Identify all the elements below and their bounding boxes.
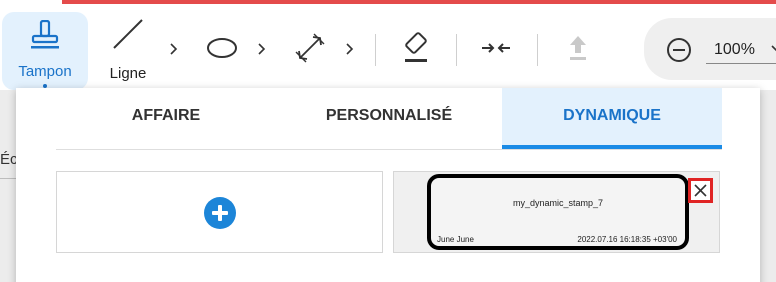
toolbar-divider [456, 34, 457, 66]
chevron-down-icon[interactable] [770, 42, 776, 54]
stamp-date: 2022.07.16 16:18:35 +03'00 [577, 235, 677, 244]
eraser-icon[interactable] [398, 30, 434, 66]
zoom-out-icon[interactable] [666, 37, 692, 63]
tool-tampon[interactable]: Tampon [2, 12, 88, 90]
stamp-panel: AFFAIRE PERSONNALISÉ DYNAMIQUE my_dynami… [16, 88, 760, 282]
dynamic-stamp-preview: my_dynamic_stamp_7 June June 2022.07.16 … [427, 174, 689, 250]
background-partial-text: Éc [0, 151, 18, 168]
close-icon [694, 184, 707, 197]
add-stamp-card[interactable] [56, 171, 383, 253]
stamp-name: my_dynamic_stamp_7 [512, 198, 604, 208]
zoom-underline [706, 63, 776, 64]
upload-icon[interactable] [560, 30, 596, 66]
tool-ligne[interactable]: Ligne [100, 12, 156, 90]
zoom-value[interactable]: 100% [714, 41, 755, 59]
tab-dynamique[interactable]: DYNAMIQUE [502, 88, 722, 149]
zoom-control: 100% [644, 18, 776, 80]
collapse-icon[interactable] [478, 30, 514, 66]
chevron-right-icon[interactable] [344, 42, 356, 56]
stamp-author: June June [437, 235, 474, 244]
ellipse-icon[interactable] [204, 30, 240, 66]
toolbar-divider [375, 34, 376, 66]
toolbar-divider [537, 34, 538, 66]
measure-icon[interactable] [292, 30, 328, 66]
tool-ligne-label: Ligne [109, 65, 147, 82]
tabs-divider [56, 149, 722, 150]
tab-personnalise[interactable]: PERSONNALISÉ [276, 88, 502, 149]
tab-dynamique-label: DYNAMIQUE [563, 107, 661, 124]
chevron-right-icon[interactable] [168, 42, 180, 56]
stamp-icon [31, 20, 59, 49]
line-icon [113, 19, 143, 49]
chevron-right-icon[interactable] [256, 42, 268, 56]
tool-tampon-label: Tampon [18, 63, 72, 80]
dynamic-stamp-card[interactable]: my_dynamic_stamp_7 June June 2022.07.16 … [393, 171, 720, 253]
add-stamp-button[interactable] [204, 197, 236, 229]
annotation-toolbar: Tampon Ligne 100% [0, 4, 776, 90]
tab-affaire[interactable]: AFFAIRE [56, 88, 276, 149]
delete-stamp-button[interactable] [688, 178, 713, 203]
